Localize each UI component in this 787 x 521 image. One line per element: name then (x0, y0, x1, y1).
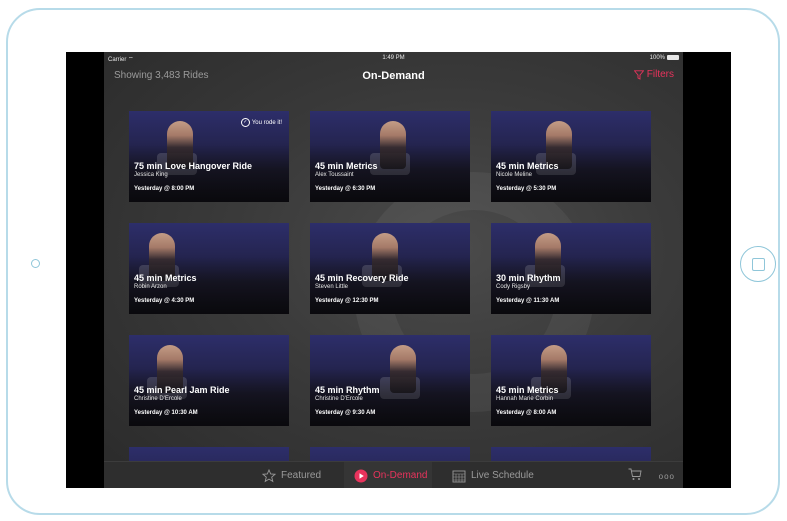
ride-instructor: Jessica King (134, 172, 168, 178)
star-icon (262, 468, 276, 483)
ride-card[interactable]: 45 min Metrics Robin Arzon Yesterday @ 4:3… (129, 223, 289, 314)
filter-icon (633, 69, 644, 80)
home-button[interactable] (740, 246, 776, 282)
ride-title: 75 min Love Hangover Ride (134, 161, 253, 171)
page-title: On-Demand (362, 70, 425, 82)
ride-title: 45 min Pearl Jam Ride (134, 385, 230, 395)
filters-button[interactable]: Filters (633, 69, 674, 80)
ride-time: Yesterday @ 9:30 AM (315, 410, 376, 416)
ride-time: Yesterday @ 8:00 AM (496, 410, 557, 416)
home-square-icon (752, 258, 765, 271)
battery-indicator: 100% (650, 55, 679, 61)
ride-instructor: Hannah Marie Corbin (496, 396, 554, 402)
status-time: 1:49 PM (382, 55, 405, 61)
tab-featured[interactable]: Featured (262, 462, 330, 488)
status-bar: Carrier ⌔ 1:49 PM 100% (104, 52, 683, 66)
tab-on-demand[interactable]: On-Demand (344, 462, 432, 488)
ride-time: Yesterday @ 10:30 AM (134, 410, 198, 416)
cart-icon[interactable] (628, 468, 642, 486)
ride-title: 30 min Rhythm (496, 273, 561, 283)
ride-instructor: Christine D'Ercole (134, 396, 182, 402)
tab-featured-label: Featured (281, 470, 322, 481)
ridden-badge: ✓ You rode it! (240, 118, 282, 127)
screen: Carrier ⌔ 1:49 PM 100% Showing 3,483 Rid… (66, 52, 731, 488)
tab-live-schedule[interactable]: Live Schedule (452, 462, 548, 488)
navigation-bar: Showing 3,483 Rides On-Demand Filters (104, 66, 683, 86)
ride-title: 45 min Recovery Ride (315, 273, 409, 283)
ride-instructor: Alex Toussaint (315, 172, 354, 178)
ride-card[interactable]: 45 min Metrics Nicole Meline Yesterday @ 5… (491, 111, 651, 202)
ride-title: 45 min Metrics (496, 161, 559, 171)
ride-instructor: Christine D'Ercole (315, 396, 363, 402)
more-icon[interactable]: ooo (659, 472, 675, 481)
ride-card[interactable]: 75 min Love Hangover Ride Jessica King Yes… (129, 111, 289, 202)
app-view: Carrier ⌔ 1:49 PM 100% Showing 3,483 Rid… (104, 52, 683, 488)
ride-card[interactable]: 45 min Recovery Ride Steven Little Yesterd… (310, 223, 470, 314)
ride-title: 45 min Metrics (134, 273, 197, 283)
ride-title: 45 min Metrics (315, 161, 378, 171)
check-icon: ✓ (240, 118, 250, 127)
tab-live-schedule-label: Live Schedule (471, 470, 534, 481)
ride-time: Yesterday @ 8:00 PM (134, 186, 195, 192)
ride-time: Yesterday @ 11:30 AM (496, 298, 560, 304)
tab-bar: Featured On-Demand Live Schedule ooo (104, 461, 683, 488)
camera-icon (31, 259, 40, 268)
ride-title: 45 min Rhythm (315, 385, 380, 395)
ride-instructor: Robin Arzon (134, 284, 167, 290)
ride-card[interactable]: 45 min Pearl Jam Ride Christine D'Ercole Y… (129, 335, 289, 426)
ride-instructor: Steven Little (315, 284, 349, 290)
ride-card[interactable]: 45 min Rhythm Christine D'Ercole Yesterday… (310, 335, 470, 426)
ride-time: Yesterday @ 5:30 PM (496, 186, 557, 192)
ride-card[interactable]: 30 min Rhythm Cody Rigsby Yesterday @ 11:3… (491, 223, 651, 314)
ride-card[interactable]: 45 min Metrics Hannah Marie Corbin Yesterd… (491, 335, 651, 426)
ride-time: Yesterday @ 12:30 PM (315, 298, 379, 304)
ride-time: Yesterday @ 6:30 PM (315, 186, 376, 192)
battery-icon (667, 55, 679, 60)
tab-on-demand-label: On-Demand (373, 470, 428, 481)
filters-label: Filters (646, 69, 674, 80)
ride-card[interactable]: 45 min Metrics Alex Toussaint Yesterday @ … (310, 111, 470, 202)
ride-title: 45 min Metrics (496, 385, 559, 395)
play-icon (354, 469, 368, 483)
calendar-icon (452, 469, 466, 483)
ride-instructor: Cody Rigsby (496, 284, 531, 290)
ridden-label: You rode it! (251, 119, 282, 126)
ride-instructor: Nicole Meline (496, 172, 533, 178)
ride-time: Yesterday @ 4:30 PM (134, 298, 195, 304)
